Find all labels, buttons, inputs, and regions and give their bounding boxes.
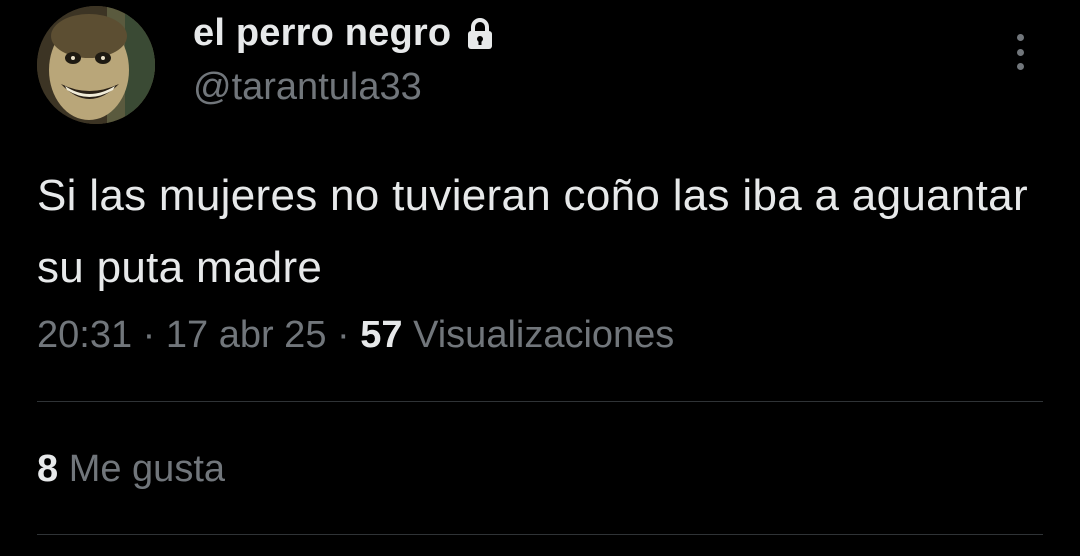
views-label: Visualizaciones — [413, 314, 675, 356]
tweet-time[interactable]: 20:31 — [37, 314, 132, 356]
tweet-date[interactable]: 17 abr 25 — [166, 314, 327, 356]
more-vertical-icon — [1016, 34, 1024, 41]
author-name-row: el perro negro — [193, 12, 495, 55]
meta-separator: · — [337, 314, 350, 356]
tweet-meta: 20:31 · 17 abr 25 · 57 Visualizaciones — [37, 314, 674, 357]
tweet-text: Si las mujeres no tuvieran coño las iba … — [37, 171, 1028, 292]
divider — [37, 534, 1043, 535]
author-handle[interactable]: @tarantula33 — [193, 66, 422, 109]
likes-stat[interactable]: 8 Me gusta — [37, 448, 225, 491]
avatar-image — [37, 6, 155, 124]
author-display-name[interactable]: el perro negro — [193, 12, 451, 55]
lock-icon — [465, 17, 495, 51]
more-vertical-icon — [1016, 48, 1024, 56]
views-count[interactable]: 57 — [360, 314, 402, 356]
more-options-button[interactable] — [1000, 30, 1040, 74]
avatar[interactable] — [37, 6, 155, 124]
more-vertical-icon — [1016, 63, 1024, 70]
meta-separator: · — [142, 314, 156, 356]
likes-label: Me gusta — [68, 448, 226, 490]
likes-count: 8 — [37, 448, 59, 490]
divider — [37, 401, 1043, 402]
